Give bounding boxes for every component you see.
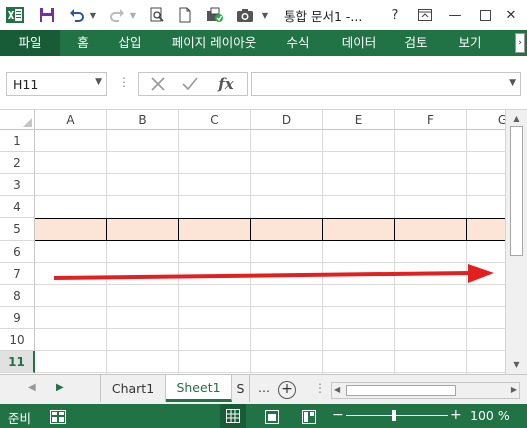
zoom-slider-thumb[interactable]	[392, 410, 396, 421]
tab-split-grip-icon[interactable]: ⋮	[314, 381, 326, 395]
help-button[interactable]: ?	[384, 4, 406, 26]
excel-window: ▼ ▼ ▼ 통합 문서1 -... ? — ✕ 파일 홈 삽입 페이지 레이아웃…	[0, 0, 527, 428]
ribbon-display-options-icon[interactable]	[414, 4, 436, 26]
excel-logo-icon	[4, 4, 26, 26]
name-box[interactable]: H11 ▼	[6, 72, 107, 96]
tab-file[interactable]: 파일	[0, 30, 60, 56]
expand-formula-bar-icon[interactable]: ▼	[509, 78, 516, 88]
status-text: 준비	[8, 411, 32, 426]
status-bar: 준비 − + 100 %	[0, 404, 527, 428]
add-sheet-button[interactable]: +	[278, 381, 296, 399]
undo-dropdown-icon[interactable]: ▼	[88, 4, 98, 26]
formula-input[interactable]: ▼	[251, 72, 521, 96]
sheet-tabs-bar: ◀ ▶ Chart1 Sheet1 S … + ⋮ ◀ ▶	[0, 374, 527, 404]
zoom-out-button[interactable]: −	[332, 407, 344, 423]
print-preview-icon[interactable]	[146, 4, 168, 26]
scroll-right-icon[interactable]: ▶	[511, 385, 517, 394]
red-arrow-shape[interactable]	[0, 110, 505, 374]
normal-view-icon	[226, 409, 240, 423]
open-file-icon[interactable]	[204, 4, 226, 26]
zoom-slider[interactable]	[346, 415, 448, 416]
camera-icon[interactable]	[234, 4, 256, 26]
window-title: 통합 문서1 -...	[284, 9, 363, 24]
page-layout-view-icon[interactable]	[265, 409, 279, 428]
vertical-scrollbar[interactable]: ▲ ▼	[505, 110, 527, 374]
title-bar: ▼ ▼ ▼ 통합 문서1 -... ? — ✕	[0, 0, 527, 30]
redo-icon[interactable]	[106, 4, 128, 26]
minimize-button[interactable]: —	[444, 4, 466, 26]
tab-data[interactable]: 데이터	[334, 30, 384, 56]
tab-insert[interactable]: 삽입	[110, 30, 150, 56]
maximize-button[interactable]	[474, 4, 496, 26]
name-box-value: H11	[13, 77, 39, 92]
next-sheet-icon[interactable]: ▶	[56, 382, 64, 393]
horizontal-scrollbar[interactable]: ◀ ▶	[331, 382, 520, 399]
new-document-icon[interactable]	[174, 4, 196, 26]
vertical-scroll-thumb[interactable]	[510, 126, 523, 256]
cancel-icon[interactable]	[145, 74, 171, 94]
macro-record-icon[interactable]	[50, 409, 66, 428]
normal-view-button[interactable]	[220, 404, 246, 428]
worksheet-grid[interactable]: A B C D E F G 1 2 3 4 5 6 7 8 9 10 11	[0, 110, 505, 374]
undo-icon[interactable]	[66, 4, 88, 26]
sheet-tab-chart1[interactable]: Chart1	[100, 375, 166, 402]
scroll-left-icon[interactable]: ◀	[334, 385, 340, 394]
insert-function-icon[interactable]: fx	[213, 74, 239, 94]
ribbon-tabs: 파일 홈 삽입 페이지 레이아웃 수식 데이터 검토 보기 ›	[0, 30, 527, 56]
previous-sheet-icon[interactable]: ◀	[28, 382, 36, 393]
formula-bar-grip-icon[interactable]: ⋮	[118, 75, 130, 89]
tab-view[interactable]: 보기	[450, 30, 490, 56]
customize-qat-icon[interactable]: ▼	[260, 4, 270, 26]
scroll-down-icon[interactable]: ▼	[510, 358, 523, 371]
redo-dropdown-icon[interactable]: ▼	[128, 4, 138, 26]
tab-page-layout[interactable]: 페이지 레이아웃	[166, 30, 262, 56]
zoom-level[interactable]: 100 %	[470, 408, 510, 423]
save-icon[interactable]	[36, 4, 58, 26]
scroll-up-icon[interactable]: ▲	[510, 112, 523, 125]
zoom-in-button[interactable]: +	[450, 407, 462, 423]
sheet-tab-sheet1[interactable]: Sheet1	[166, 375, 232, 402]
formula-bar: H11 ▼ ⋮ fx ▼	[0, 56, 527, 110]
name-box-dropdown-icon[interactable]: ▼	[95, 77, 102, 87]
tab-home[interactable]: 홈	[66, 30, 100, 56]
enter-icon[interactable]	[177, 74, 203, 94]
sheet-tab-partial[interactable]: S	[232, 375, 250, 402]
ribbon-scroll-right-icon[interactable]: ›	[515, 33, 525, 53]
close-button[interactable]: ✕	[500, 4, 522, 26]
horizontal-scroll-thumb[interactable]	[346, 385, 456, 396]
more-sheets-icon[interactable]: …	[258, 381, 270, 395]
tab-review[interactable]: 검토	[396, 30, 436, 56]
formula-buttons: fx	[138, 72, 248, 96]
page-break-preview-icon[interactable]	[302, 409, 316, 428]
tab-formulas[interactable]: 수식	[278, 30, 318, 56]
